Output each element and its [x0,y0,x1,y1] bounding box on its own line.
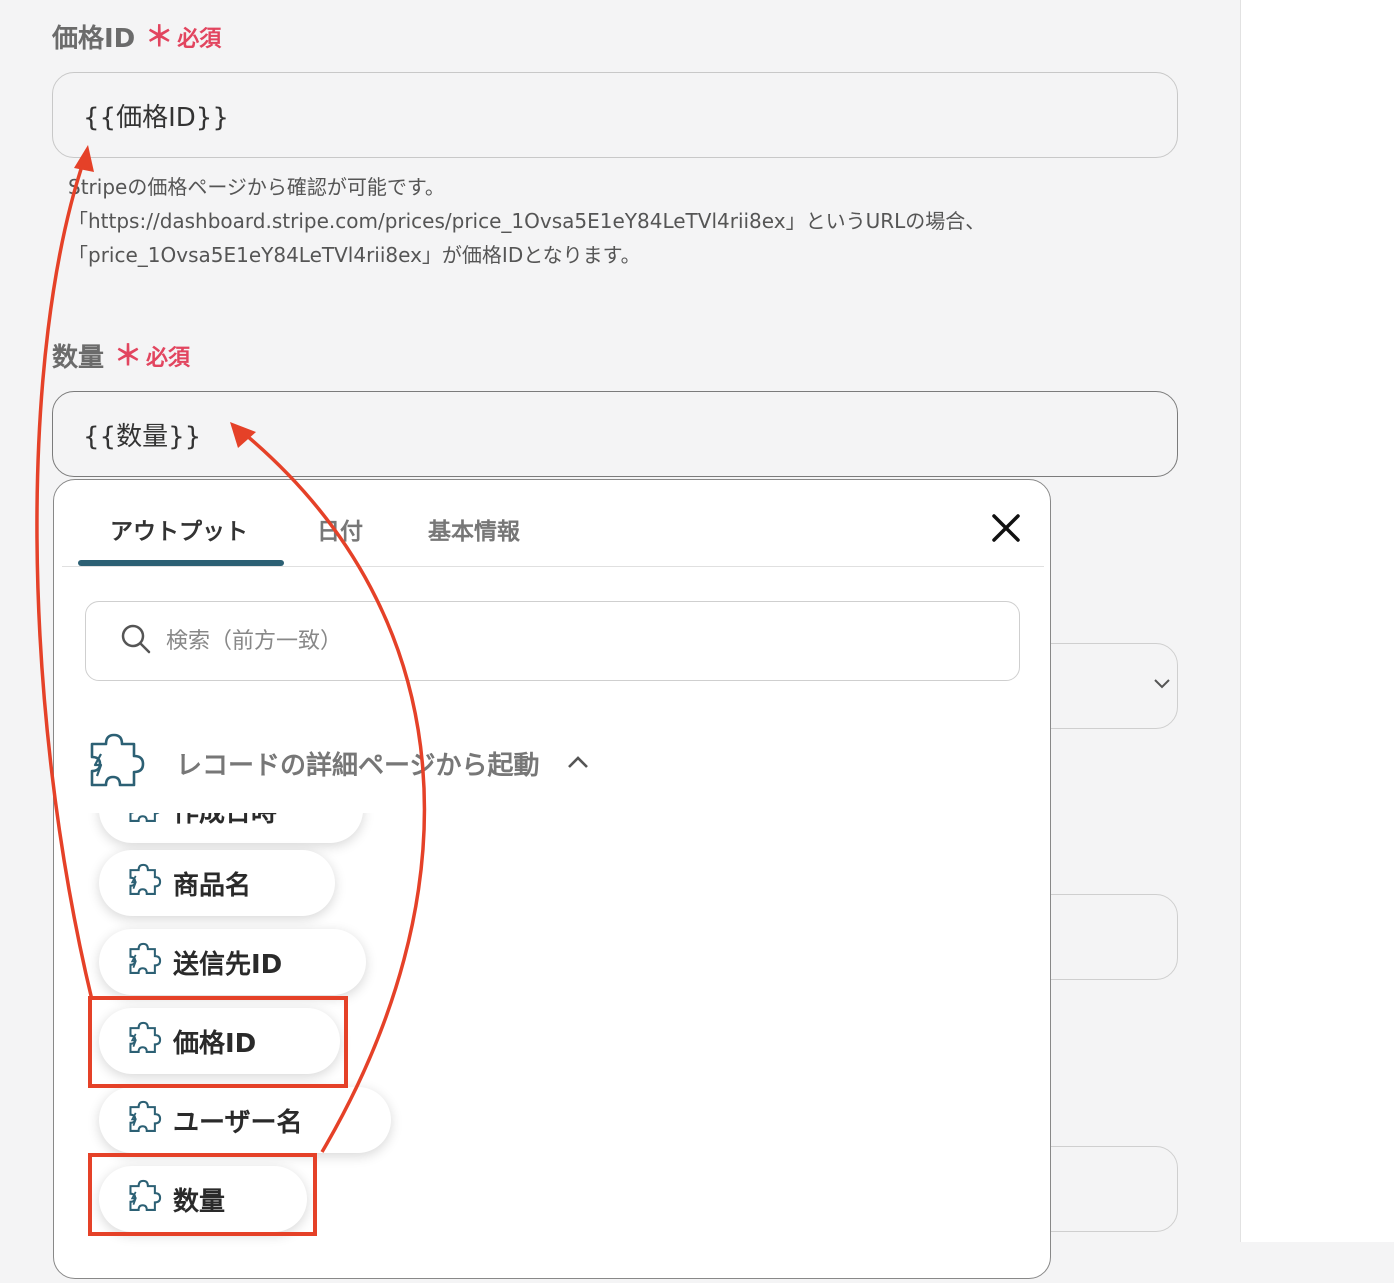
search-box[interactable] [85,601,1020,681]
help-line-1: Stripeの価格ページから確認が可能です。 [68,175,445,199]
tab-output[interactable]: アウトプット [110,512,248,546]
group-header[interactable]: レコードの詳細ページから起動 [86,732,589,794]
close-icon[interactable] [986,508,1026,548]
list-item-label: 商品名 [173,870,252,901]
search-icon [120,623,152,659]
list-item[interactable]: 送信先ID [99,929,366,995]
quantity-label: 数量 ＊必須 [52,337,190,374]
puzzle-icon [86,732,148,794]
quantity-value: {{数量}} [83,421,202,452]
right-panel [1240,0,1394,1242]
tab-divider [62,566,1044,567]
puzzle-icon [127,1100,163,1141]
price-id-label-text: 価格ID [52,24,136,54]
required-badge: ＊必須 [114,338,191,372]
tab-basic-info[interactable]: 基本情報 [428,512,520,546]
help-line-2: 「https://dashboard.stripe.com/prices/pri… [68,209,986,233]
list-item-label: 作成日時 [173,813,277,829]
list-item[interactable]: 作成日時 [99,813,363,843]
list-item[interactable]: ユーザー名 [99,1087,391,1153]
chevron-down-icon [1153,674,1171,695]
help-line-3: 「price_1Ovsa5E1eY84LeTVl4rii8ex」が価格IDとなり… [68,243,641,267]
annotation-box-price-id [88,996,348,1088]
chevron-up-icon [567,754,589,773]
puzzle-icon [127,813,163,831]
price-id-value: {{価格ID}} [83,102,229,133]
list-item-label: ユーザー名 [173,1107,303,1138]
price-id-help: Stripeの価格ページから確認が可能です。 「https://dashboar… [68,170,985,272]
price-id-label: 価格ID ＊必須 [52,18,221,55]
search-input[interactable] [164,627,868,655]
group-title: レコードの詳細ページから起動 [176,750,540,781]
list-item[interactable]: 商品名 [99,850,335,916]
list-item-label: 送信先ID [173,949,283,980]
annotation-box-quantity [88,1153,317,1236]
price-id-input[interactable]: {{価格ID}} [52,72,1178,158]
quantity-label-text: 数量 [52,343,105,373]
puzzle-icon [127,863,163,904]
required-text: 必須 [146,345,191,371]
quantity-input[interactable]: {{数量}} [52,391,1178,477]
puzzle-icon [127,942,163,983]
required-text: 必須 [177,26,222,52]
required-badge: ＊必須 [145,19,222,53]
tab-date[interactable]: 日付 [317,512,363,546]
